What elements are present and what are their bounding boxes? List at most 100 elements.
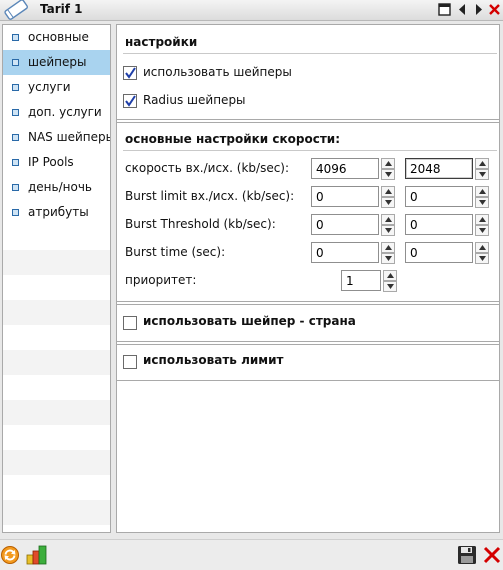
decrement-icon[interactable] <box>381 225 395 236</box>
increment-icon[interactable] <box>475 158 489 169</box>
pencil-icon <box>2 0 32 22</box>
divider <box>117 122 499 123</box>
bullet-icon <box>12 159 19 166</box>
bullet-icon <box>12 109 19 116</box>
divider <box>123 53 497 54</box>
empty-row <box>3 300 110 325</box>
decrement-icon[interactable] <box>475 197 489 208</box>
priority-stepper[interactable] <box>341 270 425 293</box>
burst-time-out-input[interactable] <box>405 242 473 263</box>
decrement-icon[interactable] <box>475 253 489 264</box>
save-icon[interactable] <box>457 545 477 565</box>
use-shapers-checkbox[interactable] <box>123 66 137 80</box>
increment-icon[interactable] <box>381 242 395 253</box>
sidebar-item-label: шейперы <box>28 55 87 69</box>
decrement-icon[interactable] <box>381 253 395 264</box>
sidebar-item-day-night[interactable]: день/ночь <box>3 175 110 200</box>
divider <box>117 341 499 342</box>
burst-time-out-stepper[interactable] <box>405 242 489 265</box>
speed-in-stepper[interactable] <box>311 158 395 181</box>
title-bar: Tarif 1 <box>0 0 503 21</box>
divider <box>117 344 499 345</box>
burst-limit-in-input[interactable] <box>311 186 379 207</box>
burst-threshold-label: Burst Threshold (kb/sec): <box>125 217 276 231</box>
country-shaper-label: использовать шейпер - страна <box>143 314 356 328</box>
cancel-icon[interactable] <box>482 545 502 565</box>
speed-label: скорость вх./исх. (kb/sec): <box>125 161 290 175</box>
radius-shapers-label: Radius шейперы <box>143 93 246 107</box>
prev-icon[interactable] <box>456 3 469 16</box>
refresh-icon[interactable] <box>0 545 20 565</box>
sidebar-item-label: услуги <box>28 80 71 94</box>
sidebar-item-label: IP Pools <box>28 155 74 169</box>
empty-row <box>3 225 110 250</box>
bullet-icon <box>12 84 19 91</box>
sidebar-item-shapers[interactable]: шейперы <box>3 50 110 75</box>
sidebar-item-attributes[interactable]: атрибуты <box>3 200 110 225</box>
decrement-icon[interactable] <box>383 281 397 292</box>
radius-shapers-checkbox[interactable] <box>123 94 137 108</box>
burst-threshold-out-stepper[interactable] <box>405 214 489 237</box>
sidebar-item-services[interactable]: услуги <box>3 75 110 100</box>
use-shapers-label: использовать шейперы <box>143 65 292 79</box>
country-shaper-checkbox[interactable] <box>123 316 137 330</box>
increment-icon[interactable] <box>381 186 395 197</box>
priority-input[interactable] <box>341 270 381 291</box>
bottom-toolbar <box>0 539 503 570</box>
divider <box>117 380 499 381</box>
bullet-icon <box>12 209 19 216</box>
use-limit-checkbox[interactable] <box>123 355 137 369</box>
burst-threshold-out-input[interactable] <box>405 214 473 235</box>
close-icon[interactable] <box>488 3 501 16</box>
burst-limit-label: Burst limit вх./исх. (kb/sec): <box>125 189 295 203</box>
empty-row <box>3 475 110 500</box>
empty-row <box>3 450 110 475</box>
speed-out-stepper[interactable] <box>405 158 489 181</box>
burst-threshold-in-input[interactable] <box>311 214 379 235</box>
decrement-icon[interactable] <box>381 169 395 180</box>
empty-row <box>3 375 110 400</box>
burst-time-in-stepper[interactable] <box>311 242 395 265</box>
sidebar-item-label: доп. услуги <box>28 105 102 119</box>
increment-icon[interactable] <box>475 186 489 197</box>
burst-limit-out-input[interactable] <box>405 186 473 207</box>
speed-out-input[interactable] <box>405 158 473 179</box>
sidebar: основные шейперы услуги доп. услуги NAS … <box>2 24 111 533</box>
increment-icon[interactable] <box>381 214 395 225</box>
sidebar-item-ip-pools[interactable]: IP Pools <box>3 150 110 175</box>
burst-time-in-input[interactable] <box>311 242 379 263</box>
speed-in-input[interactable] <box>311 158 379 179</box>
decrement-icon[interactable] <box>475 225 489 236</box>
settings-title: настройки <box>125 35 198 49</box>
decrement-icon[interactable] <box>381 197 395 208</box>
increment-icon[interactable] <box>381 158 395 169</box>
window-title: Tarif 1 <box>40 2 83 16</box>
empty-row <box>3 400 110 425</box>
sidebar-item-extra-services[interactable]: доп. услуги <box>3 100 110 125</box>
restore-icon[interactable] <box>438 3 451 16</box>
burst-limit-in-stepper[interactable] <box>311 186 395 209</box>
sidebar-item-main[interactable]: основные <box>3 25 110 50</box>
next-icon[interactable] <box>472 3 485 16</box>
divider <box>117 304 499 305</box>
empty-row <box>3 275 110 300</box>
sidebar-item-label: день/ночь <box>28 180 92 194</box>
decrement-icon[interactable] <box>475 169 489 180</box>
shapers-panel: настройки использовать шейперы Radius ше… <box>116 24 500 533</box>
priority-label: приоритет: <box>125 273 197 287</box>
chart-icon[interactable] <box>26 545 47 565</box>
sidebar-item-label: NAS шейперы <box>28 130 111 144</box>
empty-row <box>3 500 110 525</box>
increment-icon[interactable] <box>475 214 489 225</box>
bullet-icon <box>12 34 19 41</box>
divider <box>117 301 499 302</box>
use-limit-label: использовать лимит <box>143 353 284 367</box>
increment-icon[interactable] <box>383 270 397 281</box>
increment-icon[interactable] <box>475 242 489 253</box>
sidebar-item-label: основные <box>28 30 89 44</box>
burst-threshold-in-stepper[interactable] <box>311 214 395 237</box>
burst-limit-out-stepper[interactable] <box>405 186 489 209</box>
sidebar-item-label: атрибуты <box>28 205 89 219</box>
empty-row <box>3 250 110 275</box>
sidebar-item-nas-shapers[interactable]: NAS шейперы <box>3 125 110 150</box>
